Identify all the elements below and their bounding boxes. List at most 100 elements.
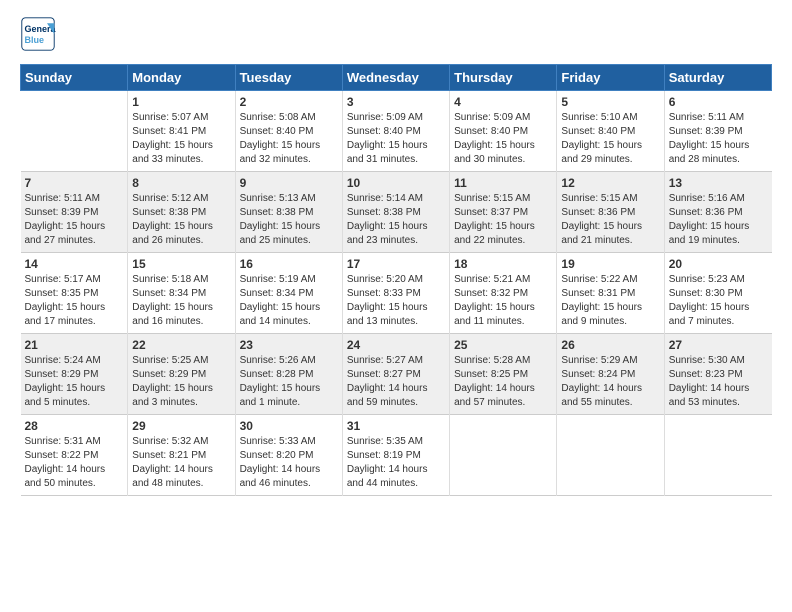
day-info: Sunrise: 5:20 AMSunset: 8:33 PMDaylight:…: [347, 273, 445, 329]
calendar-cell: 20 Sunrise: 5:23 AMSunset: 8:30 PMDayligh…: [664, 253, 771, 334]
day-number: 18: [454, 257, 552, 271]
day-info: Sunrise: 5:21 AMSunset: 8:32 PMDaylight:…: [454, 273, 552, 329]
day-info: Sunrise: 5:11 AMSunset: 8:39 PMDaylight:…: [669, 111, 768, 167]
calendar-cell: 30 Sunrise: 5:33 AMSunset: 8:20 PMDayligh…: [235, 415, 342, 496]
svg-text:Blue: Blue: [25, 35, 45, 45]
calendar-header-row: SundayMondayTuesdayWednesdayThursdayFrid…: [21, 65, 772, 91]
day-number: 8: [132, 176, 230, 190]
calendar-cell: 5 Sunrise: 5:10 AMSunset: 8:40 PMDaylight…: [557, 91, 664, 172]
day-info: Sunrise: 5:11 AMSunset: 8:39 PMDaylight:…: [25, 192, 124, 248]
calendar-cell: 8 Sunrise: 5:12 AMSunset: 8:38 PMDaylight…: [128, 172, 235, 253]
calendar-cell: 16Sunrise: 5:19 AMSunset: 8:34 PMDayligh…: [235, 253, 342, 334]
day-number: 9: [240, 176, 338, 190]
logo: General Blue: [20, 16, 60, 52]
calendar-cell: 9 Sunrise: 5:13 AMSunset: 8:38 PMDaylight…: [235, 172, 342, 253]
day-number: 7: [25, 176, 124, 190]
calendar-cell: 26 Sunrise: 5:29 AMSunset: 8:24 PMDayligh…: [557, 334, 664, 415]
day-number: 20: [669, 257, 768, 271]
calendar-week-row-2: 7 Sunrise: 5:11 AMSunset: 8:39 PMDaylight…: [21, 172, 772, 253]
calendar-cell: 25 Sunrise: 5:28 AMSunset: 8:25 PMDayligh…: [450, 334, 557, 415]
day-info: Sunrise: 5:31 AMSunset: 8:22 PMDaylight:…: [25, 435, 124, 491]
header: General Blue: [20, 16, 772, 52]
day-info: Sunrise: 5:27 AMSunset: 8:27 PMDaylight:…: [347, 354, 445, 410]
calendar-week-row-4: 21 Sunrise: 5:24 AMSunset: 8:29 PMDayligh…: [21, 334, 772, 415]
calendar-table: SundayMondayTuesdayWednesdayThursdayFrid…: [20, 64, 772, 496]
page-container: General Blue SundayMondayTuesdayWednesda…: [0, 0, 792, 506]
day-info: Sunrise: 5:14 AMSunset: 8:38 PMDaylight:…: [347, 192, 445, 248]
day-info: Sunrise: 5:24 AMSunset: 8:29 PMDaylight:…: [25, 354, 124, 410]
calendar-cell: 13 Sunrise: 5:16 AMSunset: 8:36 PMDayligh…: [664, 172, 771, 253]
logo-icon: General Blue: [20, 16, 56, 52]
day-number: 10: [347, 176, 445, 190]
day-number: 31: [347, 419, 445, 433]
day-number: 14: [25, 257, 124, 271]
day-number: 3: [347, 95, 445, 109]
day-info: Sunrise: 5:22 AMSunset: 8:31 PMDaylight:…: [561, 273, 659, 329]
day-info: Sunrise: 5:23 AMSunset: 8:30 PMDaylight:…: [669, 273, 768, 329]
col-header-monday: Monday: [128, 65, 235, 91]
calendar-cell: 28 Sunrise: 5:31 AMSunset: 8:22 PMDayligh…: [21, 415, 128, 496]
day-info: Sunrise: 5:18 AMSunset: 8:34 PMDaylight:…: [132, 273, 230, 329]
day-number: 25: [454, 338, 552, 352]
calendar-cell: 27 Sunrise: 5:30 AMSunset: 8:23 PMDayligh…: [664, 334, 771, 415]
day-info: Sunrise: 5:13 AMSunset: 8:38 PMDaylight:…: [240, 192, 338, 248]
day-number: 11: [454, 176, 552, 190]
col-header-friday: Friday: [557, 65, 664, 91]
day-info: Sunrise: 5:25 AMSunset: 8:29 PMDaylight:…: [132, 354, 230, 410]
col-header-tuesday: Tuesday: [235, 65, 342, 91]
day-info: Sunrise: 5:30 AMSunset: 8:23 PMDaylight:…: [669, 354, 768, 410]
calendar-cell: 2 Sunrise: 5:08 AMSunset: 8:40 PMDaylight…: [235, 91, 342, 172]
calendar-cell: 3 Sunrise: 5:09 AMSunset: 8:40 PMDaylight…: [342, 91, 449, 172]
day-number: 15: [132, 257, 230, 271]
day-number: 12: [561, 176, 659, 190]
day-info: Sunrise: 5:26 AMSunset: 8:28 PMDaylight:…: [240, 354, 338, 410]
day-number: 22: [132, 338, 230, 352]
day-number: 21: [25, 338, 124, 352]
day-info: Sunrise: 5:19 AMSunset: 8:34 PMDaylight:…: [240, 273, 338, 329]
day-info: Sunrise: 5:35 AMSunset: 8:19 PMDaylight:…: [347, 435, 445, 491]
col-header-sunday: Sunday: [21, 65, 128, 91]
calendar-week-row-5: 28 Sunrise: 5:31 AMSunset: 8:22 PMDayligh…: [21, 415, 772, 496]
day-number: 24: [347, 338, 445, 352]
calendar-cell: 1 Sunrise: 5:07 AMSunset: 8:41 PMDaylight…: [128, 91, 235, 172]
calendar-cell: 10 Sunrise: 5:14 AMSunset: 8:38 PMDayligh…: [342, 172, 449, 253]
day-number: 1: [132, 95, 230, 109]
day-info: Sunrise: 5:09 AMSunset: 8:40 PMDaylight:…: [454, 111, 552, 167]
calendar-cell: 19 Sunrise: 5:22 AMSunset: 8:31 PMDayligh…: [557, 253, 664, 334]
calendar-cell: [664, 415, 771, 496]
calendar-cell: 21 Sunrise: 5:24 AMSunset: 8:29 PMDayligh…: [21, 334, 128, 415]
calendar-cell: [450, 415, 557, 496]
day-info: Sunrise: 5:16 AMSunset: 8:36 PMDaylight:…: [669, 192, 768, 248]
day-info: Sunrise: 5:29 AMSunset: 8:24 PMDaylight:…: [561, 354, 659, 410]
col-header-wednesday: Wednesday: [342, 65, 449, 91]
calendar-cell: [21, 91, 128, 172]
day-number: 29: [132, 419, 230, 433]
day-number: 2: [240, 95, 338, 109]
day-number: 4: [454, 95, 552, 109]
day-info: Sunrise: 5:07 AMSunset: 8:41 PMDaylight:…: [132, 111, 230, 167]
calendar-cell: 7 Sunrise: 5:11 AMSunset: 8:39 PMDaylight…: [21, 172, 128, 253]
calendar-cell: 22 Sunrise: 5:25 AMSunset: 8:29 PMDayligh…: [128, 334, 235, 415]
day-info: Sunrise: 5:33 AMSunset: 8:20 PMDaylight:…: [240, 435, 338, 491]
day-number: 26: [561, 338, 659, 352]
day-number: 23: [240, 338, 338, 352]
day-number: 19: [561, 257, 659, 271]
day-info: Sunrise: 5:09 AMSunset: 8:40 PMDaylight:…: [347, 111, 445, 167]
calendar-cell: 12Sunrise: 5:15 AMSunset: 8:36 PMDayligh…: [557, 172, 664, 253]
day-number: 27: [669, 338, 768, 352]
day-info: Sunrise: 5:10 AMSunset: 8:40 PMDaylight:…: [561, 111, 659, 167]
day-number: 28: [25, 419, 124, 433]
calendar-week-row-3: 14 Sunrise: 5:17 AMSunset: 8:35 PMDayligh…: [21, 253, 772, 334]
day-info: Sunrise: 5:12 AMSunset: 8:38 PMDaylight:…: [132, 192, 230, 248]
day-number: 13: [669, 176, 768, 190]
day-info: Sunrise: 5:08 AMSunset: 8:40 PMDaylight:…: [240, 111, 338, 167]
day-number: 5: [561, 95, 659, 109]
calendar-cell: 11Sunrise: 5:15 AMSunset: 8:37 PMDayligh…: [450, 172, 557, 253]
calendar-cell: 18 Sunrise: 5:21 AMSunset: 8:32 PMDayligh…: [450, 253, 557, 334]
calendar-cell: 15 Sunrise: 5:18 AMSunset: 8:34 PMDayligh…: [128, 253, 235, 334]
day-info: Sunrise: 5:28 AMSunset: 8:25 PMDaylight:…: [454, 354, 552, 410]
day-info: Sunrise: 5:17 AMSunset: 8:35 PMDaylight:…: [25, 273, 124, 329]
calendar-cell: 6 Sunrise: 5:11 AMSunset: 8:39 PMDaylight…: [664, 91, 771, 172]
day-number: 6: [669, 95, 768, 109]
day-number: 30: [240, 419, 338, 433]
